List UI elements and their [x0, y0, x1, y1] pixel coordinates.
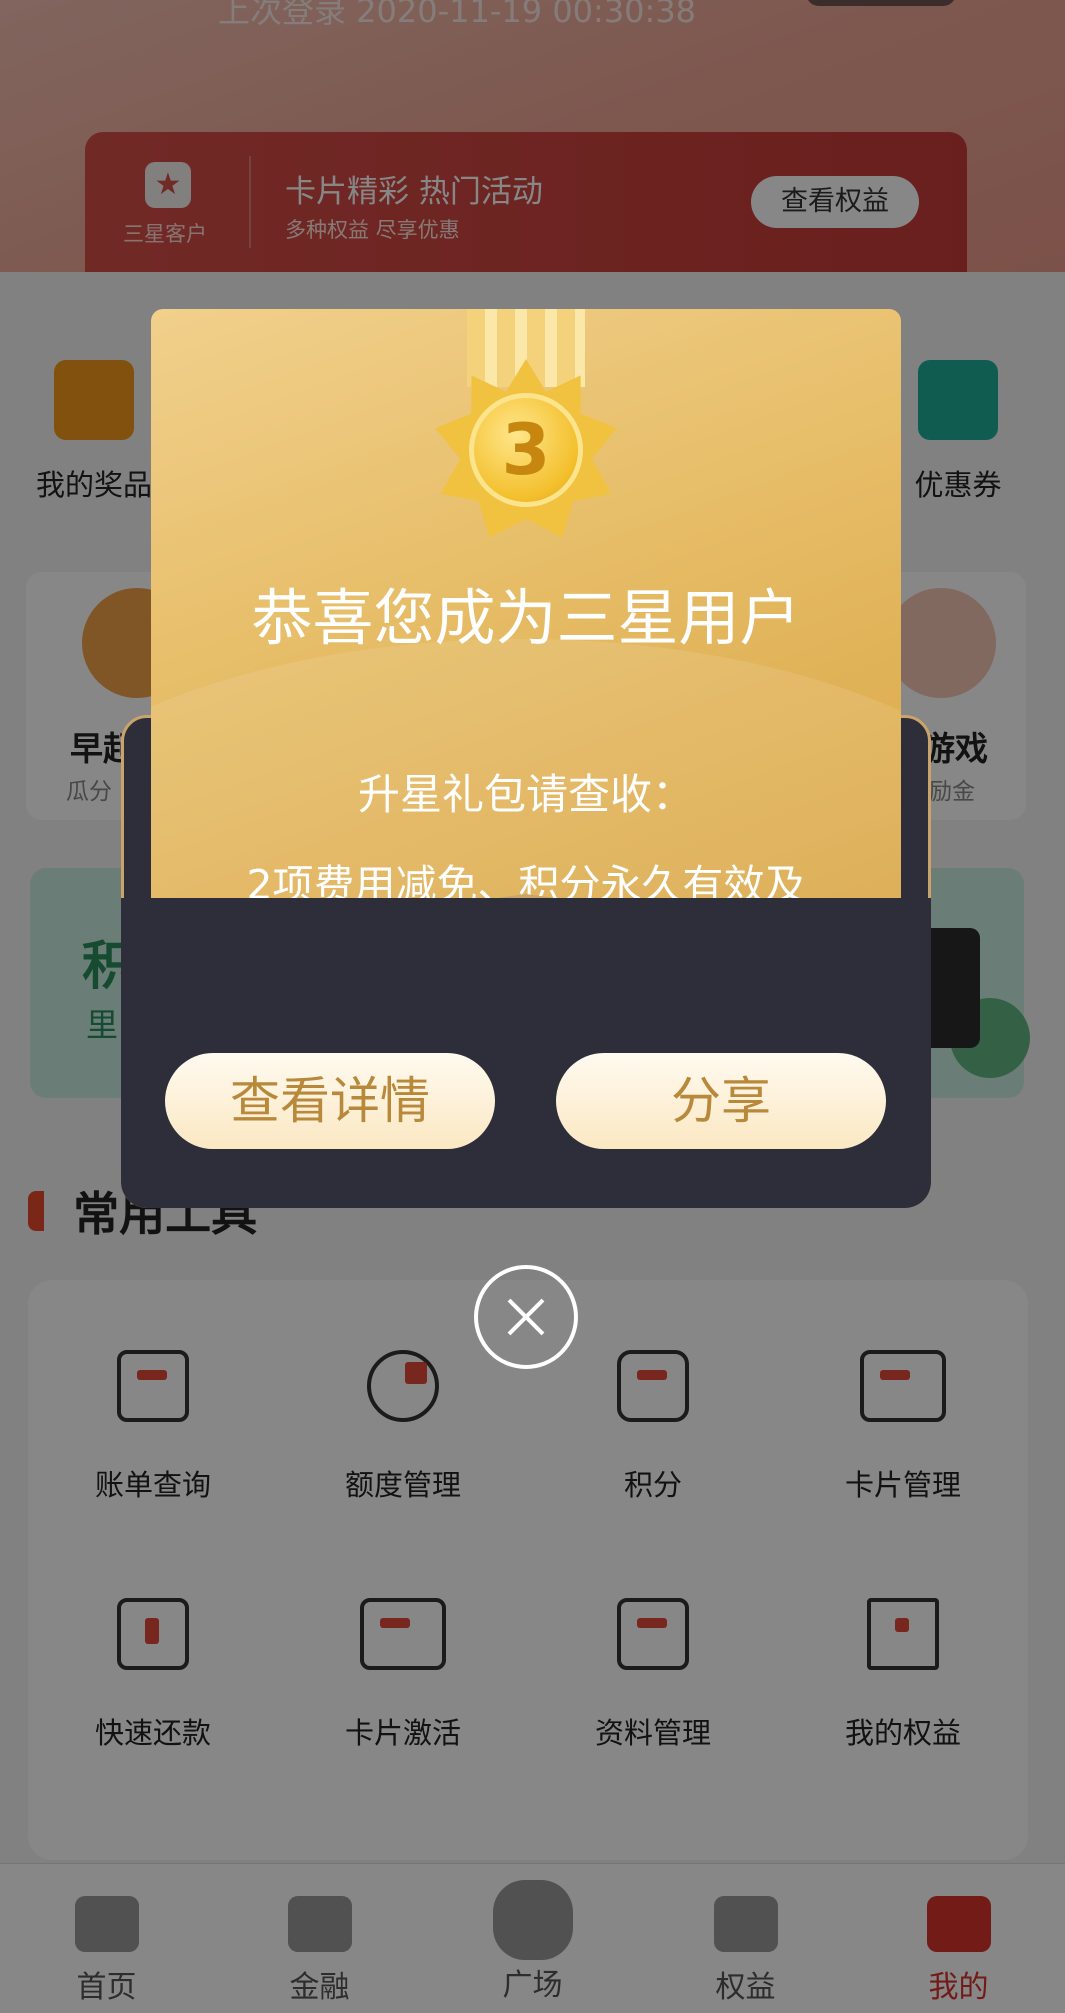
modal-title: 恭喜您成为三星用户 — [251, 583, 801, 654]
upgrade-letter: 3 恭喜您成为三星用户 升星礼包请查收： 2项费用减免、积分永久有效及 — [151, 309, 901, 949]
close-icon[interactable] — [474, 1265, 578, 1369]
share-button[interactable]: 分享 — [556, 1053, 886, 1149]
modal-subtitle: 升星礼包请查收： — [357, 770, 694, 819]
view-details-button[interactable]: 查看详情 — [165, 1053, 495, 1149]
medal-number: 3 — [469, 393, 583, 507]
